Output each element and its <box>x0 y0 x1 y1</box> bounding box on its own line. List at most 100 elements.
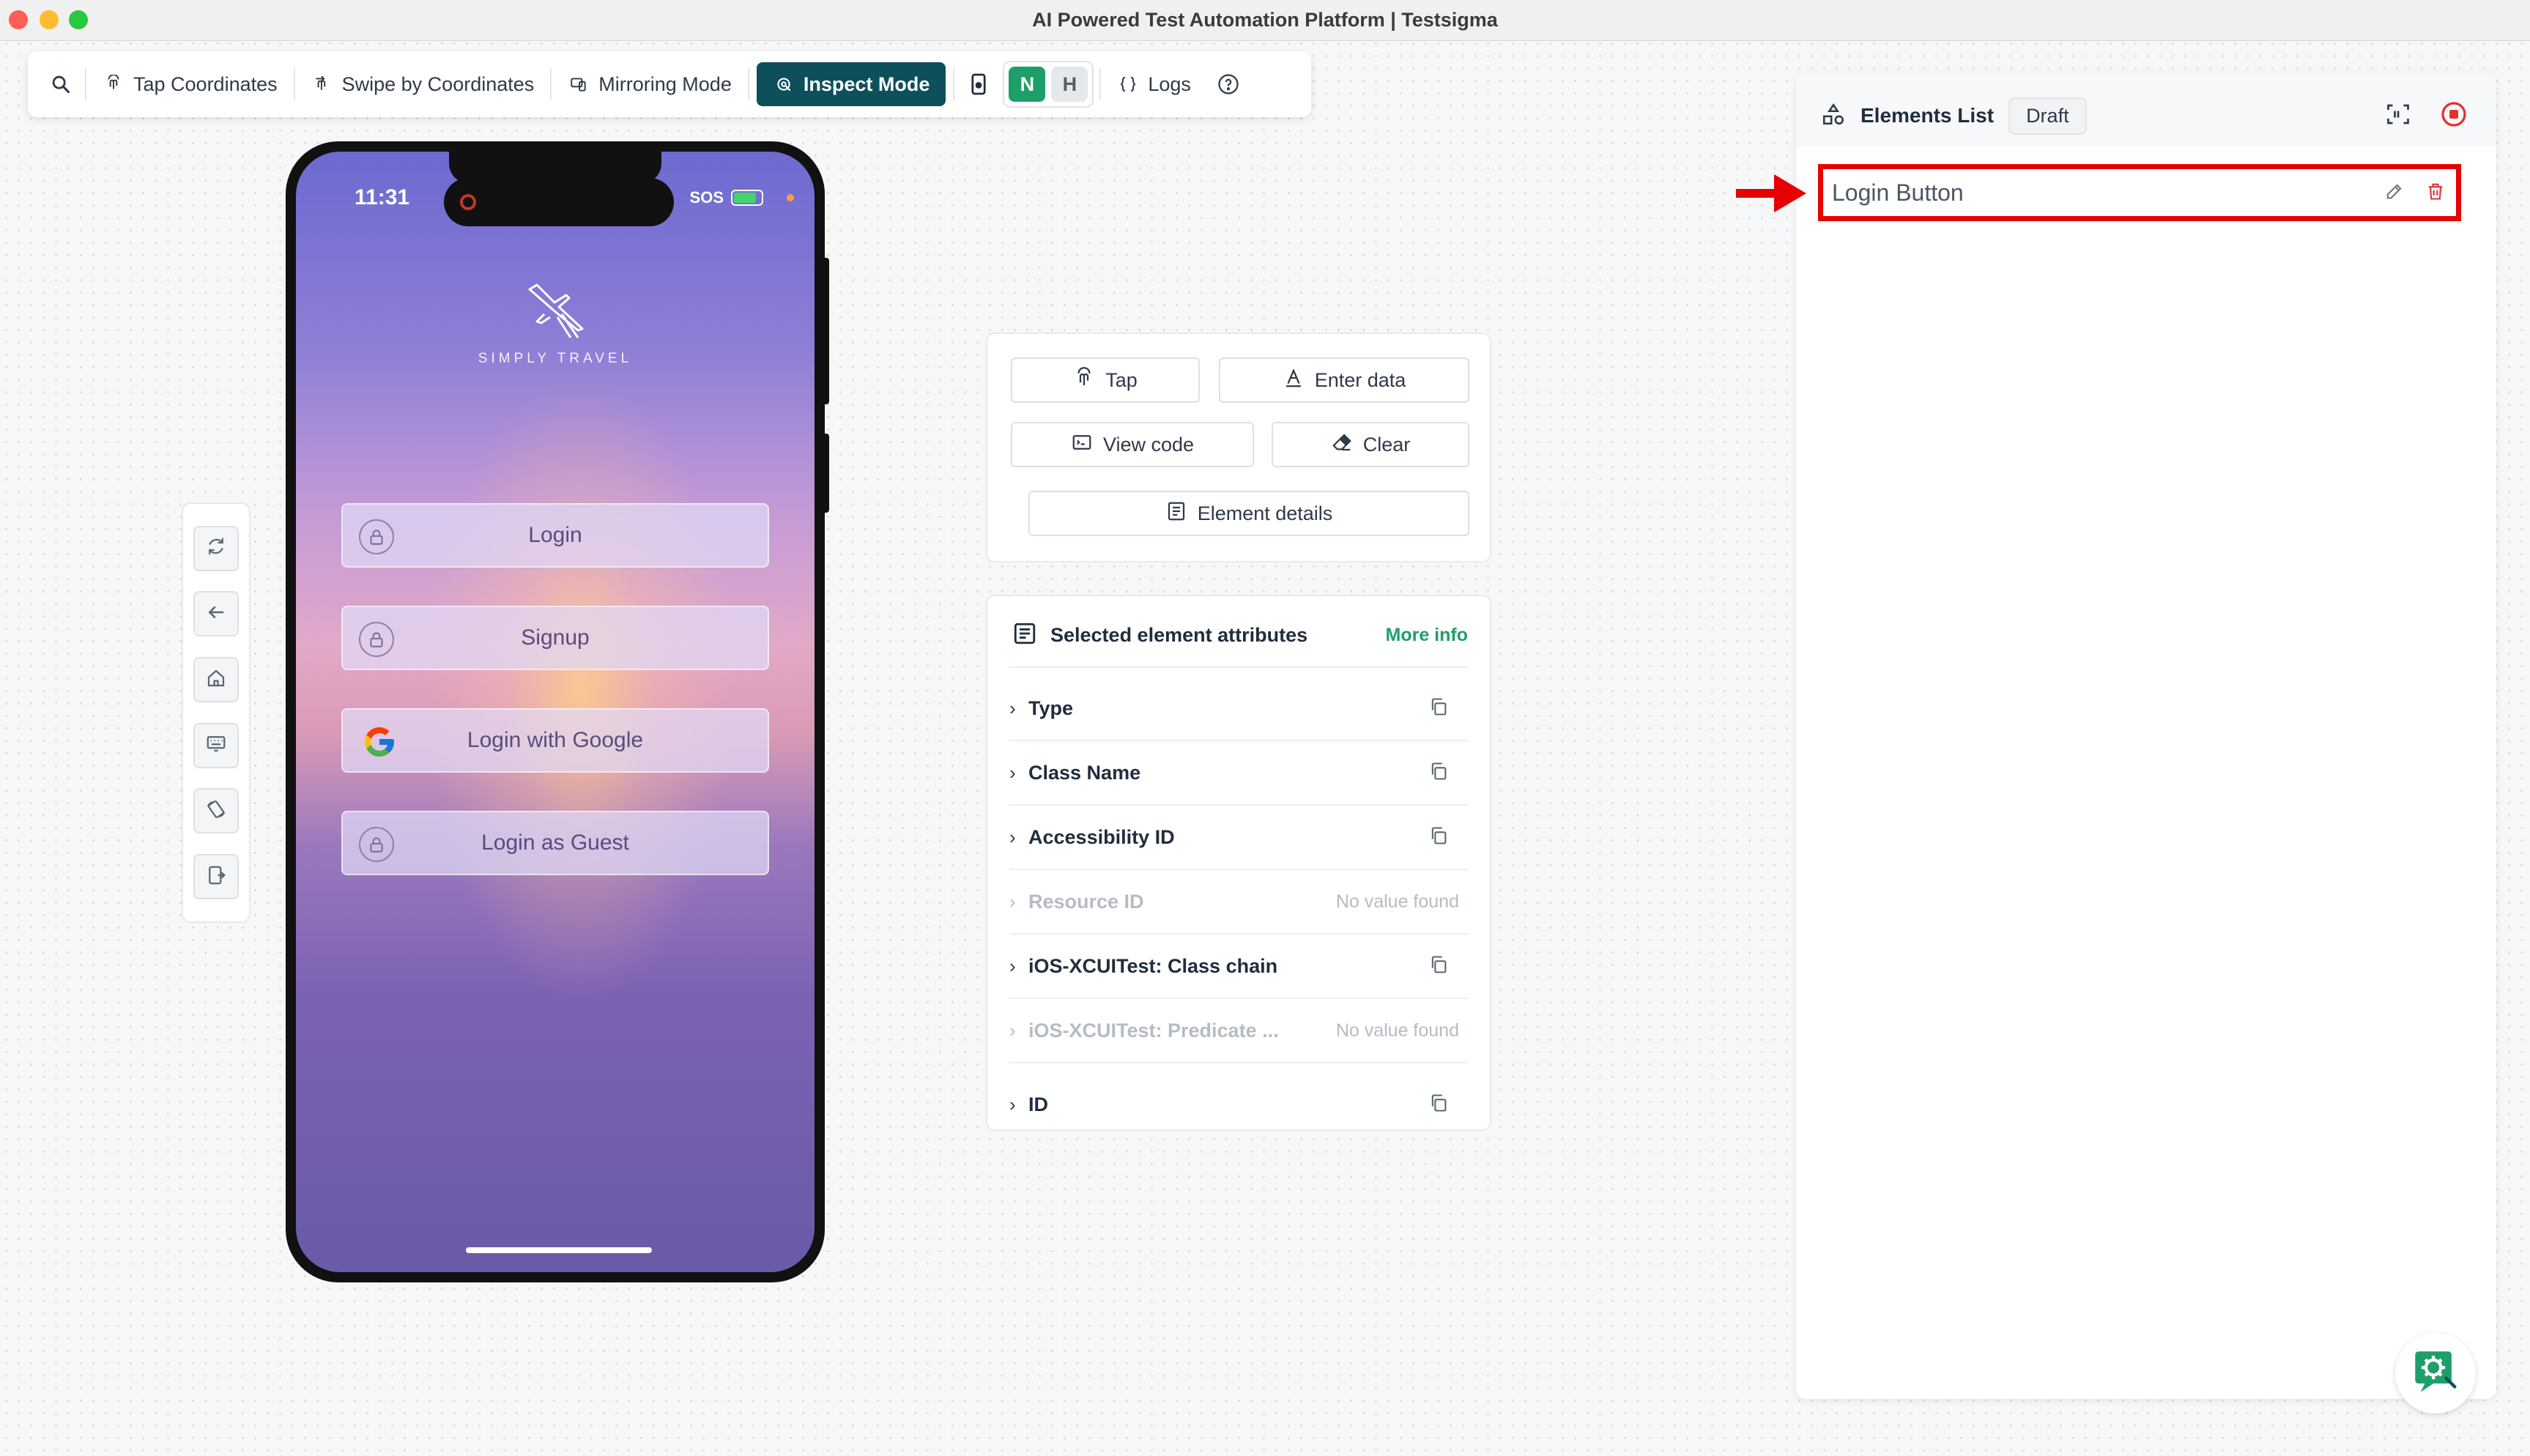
attribute-label: Resource ID <box>1028 890 1144 913</box>
attribute-row-predicate: › iOS-XCUITest: Predicate ... No value f… <box>1009 999 1468 1063</box>
more-info-link[interactable]: More info <box>1386 625 1469 646</box>
attributes-title: Selected element attributes <box>1050 624 1308 646</box>
no-value-text: No value found <box>1335 891 1459 912</box>
capture-element-icon[interactable] <box>2385 101 2411 131</box>
annotation-arrow-icon <box>1736 174 1806 212</box>
device-mirror: 11:31 SOS SIMPLY TRAVEL Login Signup Log… <box>286 141 825 1282</box>
view-code-label: View code <box>1102 433 1195 456</box>
keyboard-button[interactable] <box>193 722 239 768</box>
enter-data-button[interactable]: Enter data <box>1219 357 1469 403</box>
rotate-icon <box>205 798 227 824</box>
swipe-by-coordinates-label: Swipe by Coordinates <box>341 73 535 95</box>
text-input-icon <box>1283 367 1305 394</box>
mirroring-icon <box>568 73 590 95</box>
app-login-google-button[interactable]: Login with Google <box>341 708 769 773</box>
install-app-button[interactable] <box>193 854 239 900</box>
search-button[interactable] <box>42 62 85 106</box>
attribute-label: Accessibility ID <box>1028 825 1175 848</box>
attributes-divider <box>1009 666 1468 668</box>
logs-label: Logs <box>1148 73 1191 95</box>
copy-icon[interactable] <box>1428 1093 1449 1117</box>
element-item-login-button[interactable]: Login Button <box>1818 164 2461 221</box>
device-button[interactable] <box>954 62 997 106</box>
draft-badge[interactable]: Draft <box>2008 97 2087 135</box>
refresh-icon <box>205 535 227 561</box>
window-titlebar: AI Powered Test Automation Platform | Te… <box>0 0 2530 41</box>
attribute-row-class-chain[interactable]: › iOS-XCUITest: Class chain <box>1009 935 1468 999</box>
chevron-right-icon: › <box>1009 1093 1016 1115</box>
tap-action-label: Tap <box>1105 368 1138 391</box>
home-indicator <box>466 1247 652 1253</box>
chevron-right-icon: › <box>1009 890 1016 913</box>
search-icon <box>50 73 72 95</box>
chevron-right-icon: › <box>1009 761 1016 784</box>
copy-icon[interactable] <box>1428 761 1449 785</box>
view-code-button[interactable]: View code <box>1011 422 1254 467</box>
logs-button[interactable]: Logs <box>1101 62 1207 106</box>
stop-recording-icon[interactable] <box>2441 101 2467 131</box>
inspect-mode-button[interactable]: Inspect Mode <box>756 62 946 106</box>
home-icon <box>205 667 227 693</box>
hybrid-toggle[interactable]: H <box>1051 67 1088 102</box>
attribute-label: ID <box>1028 1093 1048 1115</box>
tap-gesture-icon <box>103 73 125 95</box>
app-login-button[interactable]: Login <box>341 503 769 568</box>
native-hybrid-toggle: N H <box>1003 61 1094 108</box>
lock-icon <box>359 622 394 657</box>
attributes-panel: Selected element attributes More info › … <box>986 595 1491 1131</box>
attribute-row-resource-id: › Resource ID No value found <box>1009 870 1468 935</box>
device-icon <box>968 73 990 95</box>
arrow-left-icon <box>205 601 227 627</box>
logo-text: SIMPLY TRAVEL <box>478 351 633 366</box>
trash-icon[interactable] <box>2425 181 2446 205</box>
tap-gesture-icon <box>1073 366 1095 394</box>
copy-icon[interactable] <box>1428 825 1449 850</box>
app-login-guest-button[interactable]: Login as Guest <box>341 811 769 875</box>
enter-data-label: Enter data <box>1314 368 1406 391</box>
eraser-icon <box>1331 431 1353 458</box>
rotate-button[interactable] <box>193 788 239 834</box>
element-item-label: Login Button <box>1832 179 1964 206</box>
help-circle-icon <box>1217 73 1239 95</box>
native-toggle[interactable]: N <box>1009 67 1046 102</box>
app-button-label: Signup <box>521 625 590 650</box>
window-title: AI Powered Test Automation Platform | Te… <box>1032 9 1498 31</box>
help-button[interactable] <box>1207 62 1250 106</box>
clear-button[interactable]: Clear <box>1272 422 1469 467</box>
attributes-header: Selected element attributes More info <box>1012 621 1468 650</box>
attribute-label: Class Name <box>1028 761 1141 784</box>
tap-coordinates-label: Tap Coordinates <box>133 73 278 95</box>
device-screen[interactable]: 11:31 SOS SIMPLY TRAVEL Login Signup Log… <box>296 152 815 1272</box>
code-window-icon <box>1071 431 1093 458</box>
home-button[interactable] <box>193 657 239 703</box>
app-button-label: Login with Google <box>467 728 644 752</box>
inspect-icon <box>773 73 795 95</box>
inspector-toolbar: Tap Coordinates Swipe by Coordinates Mir… <box>28 51 1311 117</box>
toolbar-divider <box>747 68 749 100</box>
assistant-button[interactable] <box>2395 1333 2476 1414</box>
dynamic-island <box>444 178 674 226</box>
back-button[interactable] <box>193 591 239 637</box>
sos-label: SOS <box>689 188 724 207</box>
element-actions-panel: Tap Enter data View code Clear Element d… <box>986 333 1491 562</box>
element-details-label: Element details <box>1197 502 1333 524</box>
attribute-row-class-name[interactable]: › Class Name <box>1009 741 1468 806</box>
copy-icon[interactable] <box>1428 954 1449 978</box>
copy-icon[interactable] <box>1428 697 1449 721</box>
tap-coordinates-button[interactable]: Tap Coordinates <box>86 62 294 106</box>
pencil-icon[interactable] <box>2384 181 2405 205</box>
mirroring-mode-button[interactable]: Mirroring Mode <box>552 62 748 106</box>
attribute-row-type[interactable]: › Type <box>1009 677 1468 741</box>
attribute-row-accessibility-id[interactable]: › Accessibility ID <box>1009 806 1468 870</box>
device-controls <box>182 502 251 923</box>
app-signup-button[interactable]: Signup <box>341 606 769 670</box>
attribute-row-id[interactable]: › ID <box>1009 1072 1468 1129</box>
swipe-gesture-icon <box>311 73 333 95</box>
swipe-by-coordinates-button[interactable]: Swipe by Coordinates <box>295 62 551 106</box>
airplane-icon <box>528 283 584 338</box>
element-details-button[interactable]: Element details <box>1028 491 1469 536</box>
app-logo: SIMPLY TRAVEL <box>296 276 815 367</box>
battery-icon <box>731 190 763 206</box>
refresh-button[interactable] <box>193 525 239 571</box>
tap-action-button[interactable]: Tap <box>1011 357 1200 403</box>
